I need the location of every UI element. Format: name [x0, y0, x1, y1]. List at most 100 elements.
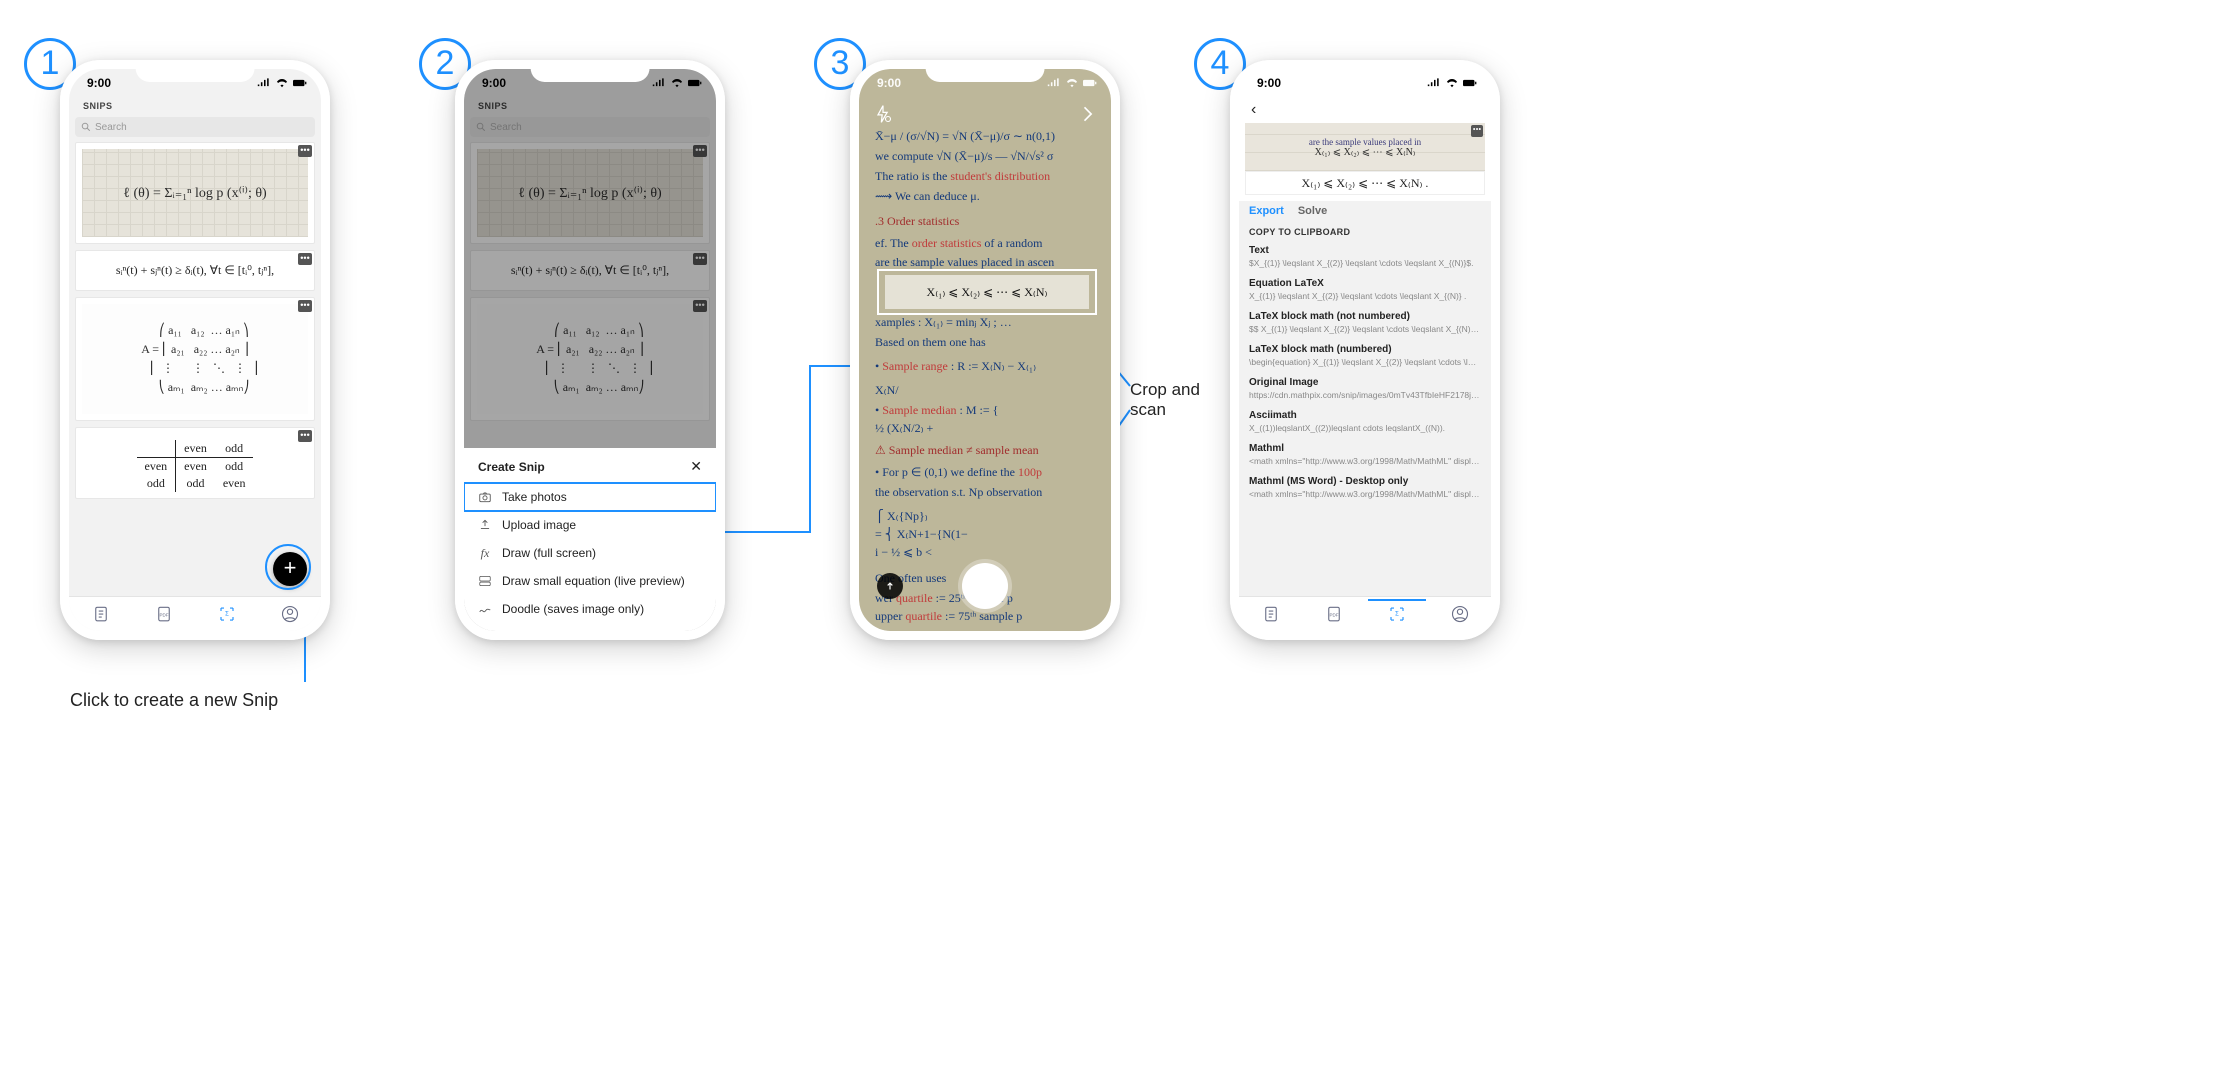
notebook-line: the observation s.t. Np observation: [875, 485, 1101, 500]
tab-account[interactable]: [279, 600, 301, 628]
camera-top-controls: [873, 104, 1097, 124]
notebook-line: ½ (X₍N/2₎ +: [875, 421, 1101, 436]
export-item-value: $X_{(1)} \leqslant X_{(2)} \leqslant \cd…: [1249, 258, 1481, 268]
rendered-latex-preview: X₍₁₎ ⩽ X₍₂₎ ⩽ ⋯ ⩽ X₍N₎ .: [1245, 171, 1485, 195]
sheet-item-label: Doodle (saves image only): [502, 602, 644, 616]
close-icon[interactable]: ✕: [690, 458, 702, 475]
card-menu-icon[interactable]: •••: [298, 430, 312, 442]
crop-rectangle[interactable]: X₍₁₎ ⩽ X₍₂₎ ⩽ ⋯ ⩽ X₍N₎: [877, 269, 1097, 315]
notebook-line: The ratio is the student's distribution: [875, 169, 1101, 184]
sheet-item-doodle[interactable]: Doodle (saves image only): [464, 595, 716, 623]
export-item-label: LaTeX block math (numbered): [1249, 344, 1481, 355]
tab-export[interactable]: Export: [1249, 205, 1284, 217]
table-cell: odd: [215, 458, 254, 476]
export-item[interactable]: Equation LaTeXX_{(1)} \leqslant X_{(2)} …: [1239, 274, 1491, 307]
tab-notes[interactable]: [90, 600, 112, 628]
notebook-line: Based on them one has: [875, 335, 1101, 350]
card-menu-icon[interactable]: •••: [1471, 125, 1483, 137]
export-item-label: Mathml (MS Word) - Desktop only: [1249, 476, 1481, 487]
phone-step-3: X̄−μ / (σ/√N) = √N (X̄−μ)/σ ∼ n(0,1)we c…: [850, 60, 1120, 640]
signal-icon: [257, 78, 271, 88]
sheet-item-upload-image[interactable]: Upload image: [464, 511, 716, 539]
sheet-item-draw-small[interactable]: Draw small equation (live preview): [464, 567, 716, 595]
export-item[interactable]: LaTeX block math (not numbered)$$ X_{(1)…: [1239, 307, 1491, 340]
draw-preview-icon: [478, 574, 492, 588]
search-placeholder: Search: [95, 122, 127, 133]
sheet-item-label: Draw small equation (live preview): [502, 574, 685, 588]
camera-shutter-button[interactable]: [962, 563, 1008, 609]
flash-icon[interactable]: [873, 104, 893, 124]
snip-card[interactable]: ••• ⎛ a₁₁ a₁₂ … a₁ₙ ⎞ A = ⎜ a₂₁ a₂₂ … a₂…: [75, 297, 315, 421]
sheet-item-take-photos[interactable]: Take photos: [464, 483, 716, 511]
notch: [1306, 60, 1425, 82]
notebook-line: ⟿ We can deduce μ.: [875, 189, 1101, 204]
battery-icon: [1083, 78, 1097, 88]
export-item[interactable]: AsciimathX_((1))leqslantX_((2))leqslant …: [1239, 406, 1491, 439]
signal-icon: [1047, 78, 1061, 88]
annotation-line: Crop and: [1130, 380, 1200, 400]
export-item-label: Original Image: [1249, 377, 1481, 388]
wifi-icon: [1445, 78, 1459, 88]
export-panel: Export Solve COPY TO CLIPBOARD Text $X_{(…: [1239, 201, 1491, 596]
snip-thumbnail: sᵢⁿ(t) + sⱼⁿ(t) ≥ δᵢ(t), ∀t ∈ [tᵢ⁰, tⱼⁿ]…: [112, 257, 278, 284]
battery-icon: [293, 78, 307, 88]
search-input[interactable]: Search: [75, 117, 315, 137]
table-cell: odd: [215, 440, 254, 458]
export-item[interactable]: Mathml<math xmlns="http://www.w3.org/199…: [1239, 439, 1491, 472]
tab-solve[interactable]: Solve: [1298, 205, 1327, 217]
sheet-title: Create Snip: [478, 460, 545, 474]
crop-preview-text: X₍₁₎ ⩽ X₍₂₎ ⩽ ⋯ ⩽ X₍N₎: [885, 275, 1089, 309]
chevron-right-icon[interactable]: [1077, 104, 1097, 124]
export-item[interactable]: Mathml (MS Word) - Desktop only <math xml…: [1239, 472, 1491, 505]
svg-text:Σ: Σ: [225, 612, 229, 618]
notebook-line: ⚠ Sample median ≠ sample mean: [875, 443, 1101, 458]
tab-pdf[interactable]: PDF: [153, 600, 175, 628]
table-cell: even: [137, 458, 176, 476]
notebook-line: we compute √N (X̄−μ)/s — √N/√s² σ: [875, 149, 1101, 164]
tab-notes[interactable]: [1260, 600, 1282, 628]
snip-thumbnail: ⎛ a₁₁ a₁₂ … a₁ₙ ⎞ A = ⎜ a₂₁ a₂₂ … a₂ₙ ⎟ …: [82, 304, 308, 414]
tab-snips[interactable]: Σ: [1386, 600, 1408, 628]
clock: 9:00: [87, 76, 111, 90]
table-cell: [137, 440, 176, 458]
snip-card[interactable]: ••• sᵢⁿ(t) + sⱼⁿ(t) ≥ δᵢ(t), ∀t ∈ [tᵢ⁰, …: [75, 250, 315, 291]
export-item-label: LaTeX block math (not numbered): [1249, 311, 1481, 322]
status-icons: [257, 78, 307, 88]
card-menu-icon[interactable]: •••: [298, 253, 312, 265]
sheet-item-label: Draw (full screen): [502, 546, 596, 560]
snip-card[interactable]: ••• ℓ (θ) = Σᵢ₌₁ⁿ log p (x⁽ⁱ⁾; θ): [75, 142, 315, 244]
export-item[interactable]: Text $X_{(1)} \leqslant X_{(2)} \leqslant…: [1239, 241, 1491, 274]
export-item[interactable]: LaTeX block math (numbered)\begin{equati…: [1239, 340, 1491, 373]
export-item-label: Asciimath: [1249, 410, 1481, 421]
create-snip-sheet: Create Snip ✕ Take photos Upload image f…: [464, 448, 716, 631]
create-snip-fab[interactable]: +: [273, 552, 307, 586]
preview-context-text: are the sample values placed in: [1309, 137, 1421, 147]
upload-icon: [883, 579, 897, 593]
section-header: COPY TO CLIPBOARD: [1239, 223, 1491, 241]
preview-formula: X₍₁₎ ⩽ X₍₂₎ ⩽ ⋯ ⩽ X₍N₎: [1315, 147, 1416, 158]
back-button[interactable]: ‹: [1239, 97, 1491, 123]
export-item-value: <math xmlns="http://www.w3.org/1998/Math…: [1249, 489, 1481, 499]
card-menu-icon[interactable]: •••: [298, 145, 312, 157]
notebook-line: • Sample median : M := {: [875, 403, 1101, 418]
snip-card[interactable]: ••• even odd even even odd: [75, 427, 315, 499]
tab-account[interactable]: [1449, 600, 1471, 628]
table-cell: even: [215, 475, 254, 492]
phone-step-2: 9:00 SNIPS Search ••• ℓ (θ) = Σᵢ₌₁ⁿ log …: [455, 60, 725, 640]
notebook-line: X₍N/: [875, 383, 1101, 398]
card-menu-icon[interactable]: •••: [298, 300, 312, 312]
tab-snips[interactable]: Σ: [216, 600, 238, 628]
tab-pdf[interactable]: PDF: [1323, 600, 1345, 628]
notch: [926, 60, 1045, 82]
camera-upload-button[interactable]: [877, 573, 903, 599]
export-item-label: Equation LaTeX: [1249, 278, 1481, 289]
annotation-step-1: Click to create a new Snip: [70, 690, 278, 711]
svg-text:Σ: Σ: [1395, 612, 1399, 618]
fx-icon: fx: [478, 546, 492, 560]
export-item[interactable]: Original Imagehttps://cdn.mathpix.com/sn…: [1239, 373, 1491, 406]
signal-icon: [1427, 78, 1441, 88]
export-item-label: Text: [1249, 245, 1481, 256]
sheet-item-draw-fullscreen[interactable]: fx Draw (full screen): [464, 539, 716, 567]
camera-icon: [478, 490, 492, 504]
phone-step-4: 9:00 ‹ ••• are the sample values placed …: [1230, 60, 1500, 640]
